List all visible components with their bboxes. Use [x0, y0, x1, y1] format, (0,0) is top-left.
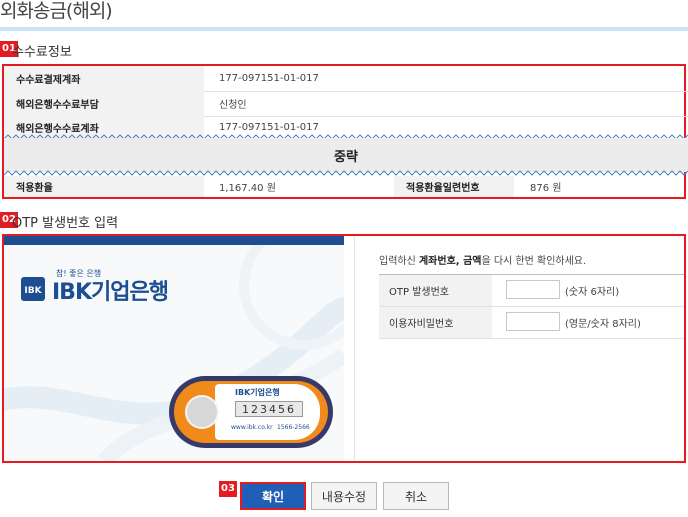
rate-serial-label: 적용환율일련번호 [394, 176, 514, 197]
rate-value: 1,167.40 원 [219, 183, 276, 194]
cancel-button[interactable]: 취소 [383, 482, 449, 510]
device-phone: 1566-2566 [277, 424, 310, 431]
fee-info-table: 수수료결제계좌 177-097151-01-017 해외은행수수료부담 신청인 … [2, 64, 688, 199]
panel-divider [354, 236, 355, 461]
otp-number-input[interactable] [506, 280, 560, 299]
confirm-button[interactable]: 확인 [240, 482, 306, 510]
user-password-input[interactable] [506, 312, 560, 331]
otp-button [185, 395, 219, 429]
otp-display: 123456 [235, 401, 303, 417]
otp-number-row: OTP 발생번호 (숫자 6자리) [379, 275, 684, 307]
brand-name: IBK기업은행 [52, 280, 169, 305]
step-badge-03: 03 [219, 481, 237, 497]
table-row: 수수료결제계좌 177-097151-01-017 [4, 66, 688, 92]
row-value: 177-097151-01-017 [219, 73, 319, 84]
instruction-text: 입력하신 계좌번호, 금액을 다시 한번 확인하세요. [379, 256, 587, 267]
otp-number-hint: (숫자 6자리) [565, 287, 620, 298]
row-label: 해외은행수수료부담 [4, 91, 204, 116]
user-password-label: 이용자비밀번호 [379, 307, 492, 338]
omitted-section: 중략 [4, 138, 688, 172]
row-label: 수수료결제계좌 [4, 66, 204, 91]
ibk-otp-illustration: 참! 좋은 은행 IBK IBK기업은행 IBK기업은행 123456 www.… [4, 236, 344, 461]
otp-input-panel: 참! 좋은 은행 IBK IBK기업은행 IBK기업은행 123456 www.… [2, 234, 686, 463]
user-password-row: 이용자비밀번호 (영문/숫자 8자리) [379, 307, 684, 339]
section-title-otp: OTP 발생번호 입력 [12, 216, 119, 231]
rate-serial-value: 876 원 [530, 183, 562, 194]
otp-form: 입력하신 계좌번호, 금액을 다시 한번 확인하세요. OTP 발생번호 (숫자… [365, 236, 684, 461]
row-value: 신청인 [219, 100, 247, 111]
table-row: 해외은행수수료부담 신청인 [4, 91, 688, 117]
edit-button[interactable]: 내용수정 [311, 482, 377, 510]
otp-device: IBK기업은행 123456 www.ibk.co.kr 1566-2566 [169, 376, 333, 448]
rate-label: 적용환율 [4, 176, 204, 197]
section-title-fee-info: 수수료정보 [12, 45, 72, 60]
table-row-rate: 적용환율 1,167.40 원 적용환율일련번호 876 원 [4, 176, 688, 197]
user-password-hint: (영문/숫자 8자리) [565, 319, 641, 330]
title-divider [0, 27, 688, 31]
otp-number-label: OTP 발생번호 [379, 275, 492, 306]
panel-top-line [4, 236, 344, 245]
ibk-logo-icon: IBK [20, 276, 46, 302]
device-brand: IBK기업은행 [235, 388, 280, 397]
svg-text:IBK: IBK [24, 286, 42, 296]
page-title: 외화송금(해외) [0, 0, 113, 22]
device-url: www.ibk.co.kr [231, 424, 273, 431]
